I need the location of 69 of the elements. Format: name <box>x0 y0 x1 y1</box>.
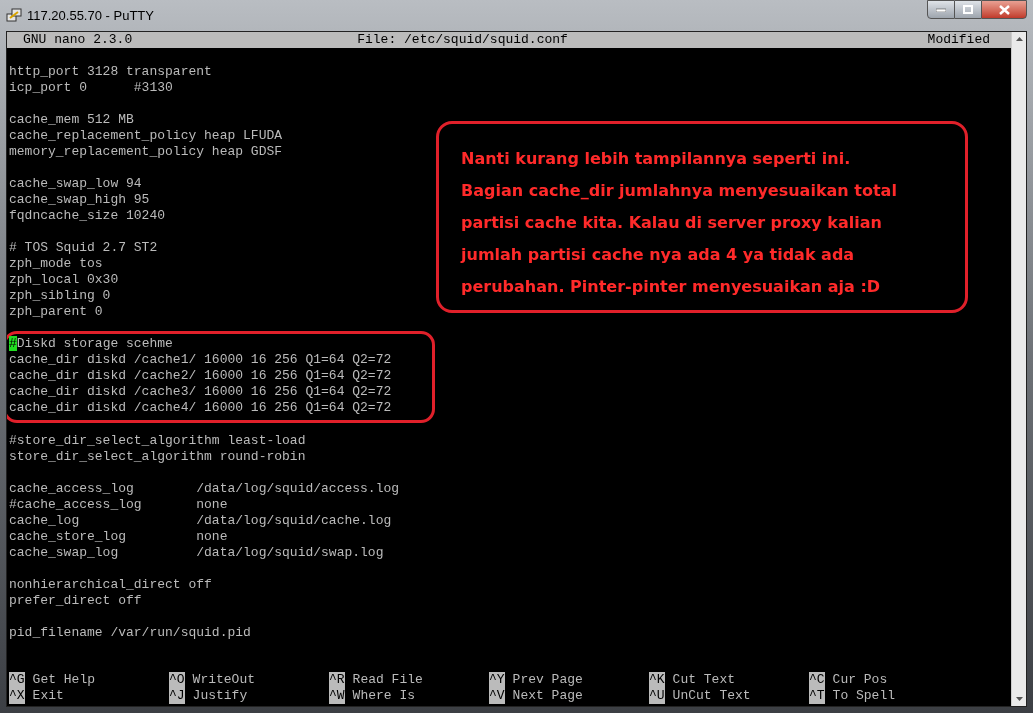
shortcut-label: Cut Text <box>672 672 736 688</box>
annotation-text-line: Nanti kurang lebih tampilannya seperti ini. <box>461 148 851 170</box>
shortcut-label: Prev Page <box>512 672 583 688</box>
code-line: cache_swap_high 95 <box>9 192 150 208</box>
code-line: cache_log /data/log/squid/cache.log <box>9 513 392 529</box>
code-line: cache_swap_low 94 <box>9 176 142 192</box>
shortcut-label: Get Help <box>32 672 96 688</box>
maximize-button[interactable] <box>955 0 981 19</box>
code-line: #cache_access_log none <box>9 497 228 513</box>
code-line: store_dir_select_algorithm round-robin <box>9 449 306 465</box>
close-icon <box>998 4 1010 15</box>
code-line: fqdncache_size 10240 <box>9 208 166 224</box>
code-line: memory_replacement_policy heap GDSF <box>9 144 283 160</box>
putty-computer-icon <box>6 7 22 24</box>
annotation-text-line: perubahan. Pinter-pinter menyesuaikan aja :D <box>461 276 881 298</box>
shortcut-key: ^X <box>9 688 25 704</box>
shortcut-key: ^G <box>9 672 25 688</box>
modified-status: Modified <box>927 32 990 48</box>
code-line: cache_access_log /data/log/squid/access.log <box>9 481 400 497</box>
shortcut-label: Where Is <box>352 688 416 704</box>
annotation-text-line: Bagian cache_dir jumlahnya menyesuaikan total <box>461 180 897 202</box>
code-line: zph_local 0x30 <box>9 272 119 288</box>
annotation-text-line: partisi cache kita. Kalau di server proxy kalian <box>461 212 882 234</box>
shortcut-key: ^T <box>809 688 825 704</box>
code-line: cache_store_log none <box>9 529 228 545</box>
code-line: cache_mem 512 MB <box>9 112 134 128</box>
window-title: 117.20.55.70 - PuTTY <box>27 6 154 25</box>
code-line: cache_dir diskd /cache4/ 16000 16 256 Q1=64 Q2=72 <box>9 400 392 416</box>
text-cursor: # <box>9 336 17 351</box>
close-button[interactable] <box>981 0 1027 19</box>
shortcut-key: ^W <box>329 688 345 704</box>
shortcut-key: ^J <box>169 688 185 704</box>
code-line: prefer_direct off <box>9 593 142 609</box>
shortcut-key: ^V <box>489 688 505 704</box>
shortcut-key: ^O <box>169 672 185 688</box>
shortcut-label: Read File <box>352 672 423 688</box>
code-line: zph_sibling 0 <box>9 288 111 304</box>
shortcut-label: Justify <box>192 688 248 704</box>
shortcut-label: UnCut Text <box>672 688 751 704</box>
code-line: #store_dir_select_algorithm least-load <box>9 433 306 449</box>
code-line: cache_dir diskd /cache2/ 16000 16 256 Q1=64 Q2=72 <box>9 368 392 384</box>
code-line: zph_parent 0 <box>9 304 103 320</box>
shortcut-key: ^Y <box>489 672 505 688</box>
shortcut-label: Exit <box>32 688 64 704</box>
annotation-text-line: jumlah partisi cache nya ada 4 ya tidak ada <box>461 244 855 266</box>
shortcut-label: WriteOut <box>192 672 256 688</box>
shortcut-label: Next Page <box>512 688 583 704</box>
minimize-button[interactable] <box>927 0 955 19</box>
shortcut-key: ^U <box>649 688 665 704</box>
code-line: pid_filename /var/run/squid.pid <box>9 625 251 641</box>
code-line: icp_port 0 #3130 <box>9 80 173 96</box>
code-line: nonhierarchical_direct off <box>9 577 212 593</box>
code-line: cache_dir diskd /cache3/ 16000 16 256 Q1=64 Q2=72 <box>9 384 392 400</box>
code-line: http_port 3128 transparent <box>9 64 212 80</box>
shortcut-label: Cur Pos <box>832 672 888 688</box>
code-line: cache_swap_log /data/log/squid/swap.log <box>9 545 384 561</box>
minimize-icon <box>936 7 946 12</box>
code-line: cache_dir diskd /cache1/ 16000 16 256 Q1=64 Q2=72 <box>9 352 392 368</box>
code-line: cache_replacement_policy heap LFUDA <box>9 128 283 144</box>
file-name: File: /etc/squid/squid.conf <box>357 32 568 48</box>
shortcut-label: To Spell <box>832 688 896 704</box>
maximize-icon <box>963 5 973 14</box>
code-line: zph_mode tos <box>9 256 103 272</box>
code-line: # TOS Squid 2.7 ST2 <box>9 240 158 256</box>
shortcut-key: ^R <box>329 672 345 688</box>
shortcut-key: ^K <box>649 672 665 688</box>
shortcut-key: ^C <box>809 672 825 688</box>
editor-version: GNU nano 2.3.0 <box>23 32 133 48</box>
scrollbar[interactable] <box>1011 32 1026 706</box>
